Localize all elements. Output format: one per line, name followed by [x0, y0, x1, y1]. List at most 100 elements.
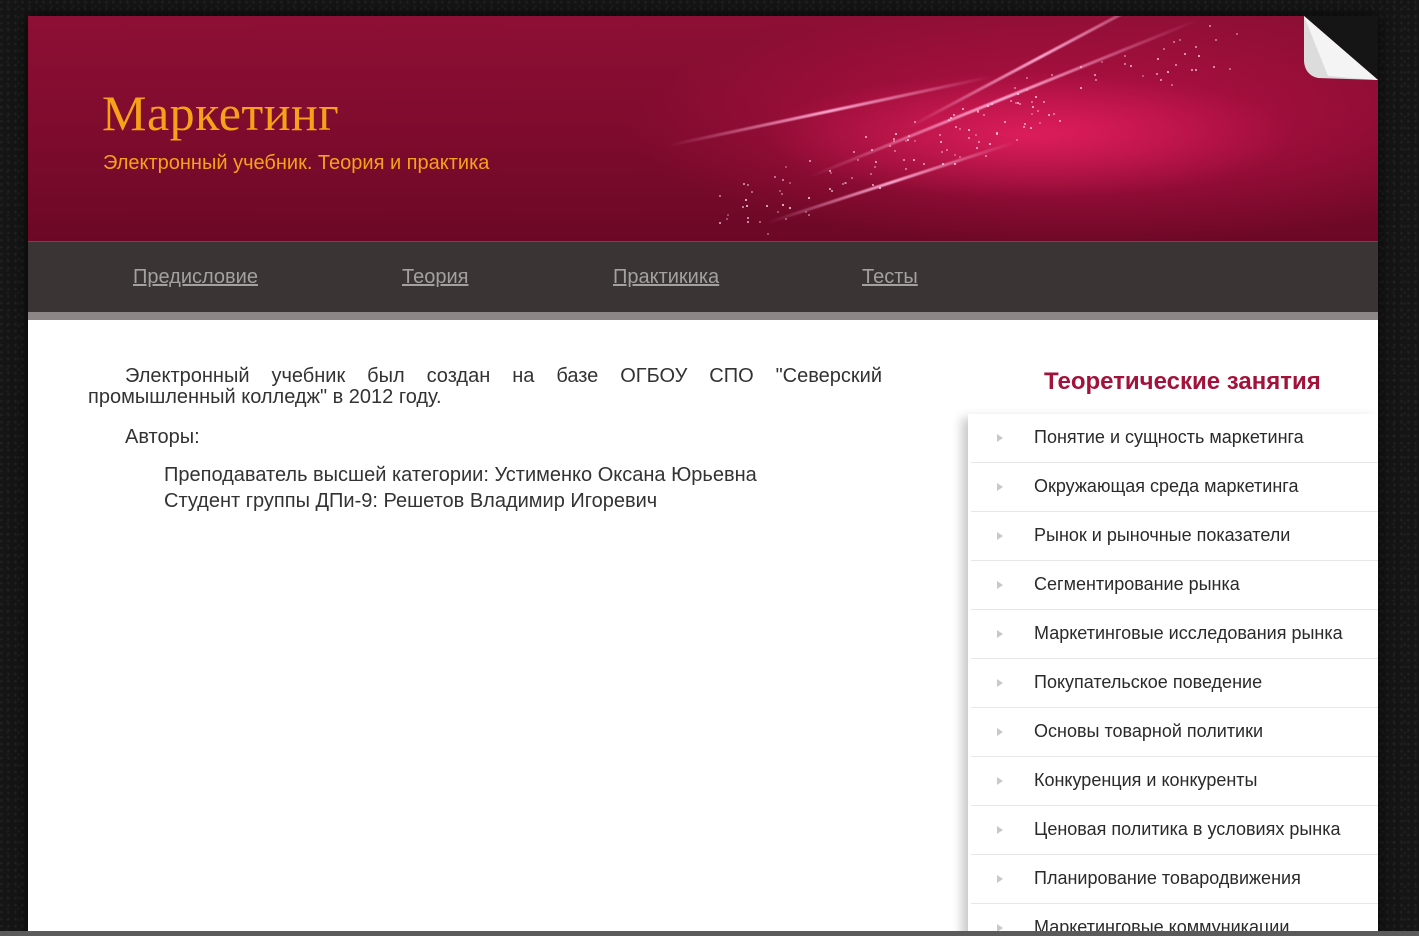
sparkle-dot	[946, 149, 948, 151]
sparkle-dot	[726, 218, 728, 220]
sparkle-streak	[807, 18, 1198, 179]
sidebar-item-market-indicators[interactable]: Рынок и рыночные показатели	[971, 512, 1378, 561]
author-student: Студент группы ДПи-9: Решетов Владимир И…	[164, 490, 658, 512]
sparkle-dot	[905, 168, 907, 170]
sparkle-dot	[923, 163, 925, 165]
sparkle-dot	[808, 214, 810, 216]
sparkle-dot	[831, 190, 833, 192]
sparkle-dot	[1163, 48, 1165, 50]
sparkle-dot	[1026, 89, 1028, 91]
sparkle-dot	[1010, 100, 1012, 102]
sparkle-dot	[942, 163, 944, 165]
sparkle-dot	[1039, 122, 1041, 124]
nav-divider	[28, 312, 1378, 320]
sparkle-dot	[1015, 102, 1017, 104]
arrow-right-icon	[997, 532, 1003, 540]
sidebar-item-label: Сегментирование рынка	[1034, 574, 1240, 594]
sidebar-item-research[interactable]: Маркетинговые исследования рынка	[971, 610, 1378, 659]
nav-link-preface[interactable]: Предисловие	[133, 266, 258, 289]
sparkle-dot	[1048, 114, 1050, 116]
sparkle-dot	[996, 133, 998, 135]
sidebar-item-marketing-concept[interactable]: Понятие и сущность маркетинга	[971, 414, 1378, 463]
intro-paragraph: Электронный учебник был создан на базе О…	[88, 365, 882, 408]
sparkle-dot	[809, 160, 811, 162]
sparkle-streak	[907, 16, 1174, 129]
sparkle-dot	[1179, 39, 1181, 41]
sparkle-streak	[667, 75, 992, 147]
sparkle-dot	[907, 139, 909, 141]
sparkle-dot	[751, 191, 753, 193]
sparkle-dot	[767, 233, 769, 235]
sparkle-dot	[1095, 79, 1097, 81]
sidebar-item-consumer-behavior[interactable]: Покупательское поведение	[971, 659, 1378, 708]
sparkle-dot	[1026, 77, 1028, 79]
sparkle-dot	[914, 140, 916, 142]
author-teacher: Преподаватель высшей категории: Устименк…	[164, 464, 757, 486]
theory-lessons-menu: Понятие и сущность маркетинга Окружающая…	[968, 414, 1378, 936]
arrow-right-icon	[997, 434, 1003, 442]
sparkle-dot	[1037, 110, 1039, 112]
sparkle-dot	[985, 155, 987, 157]
sidebar-item-label: Покупательское поведение	[1034, 672, 1263, 692]
sparkle-dot	[1160, 79, 1162, 81]
sidebar-item-segmentation[interactable]: Сегментирование рынка	[971, 561, 1378, 610]
sparkle-dot	[872, 184, 874, 186]
nav-link-theory[interactable]: Теория	[402, 266, 468, 289]
sparkle-dot	[853, 151, 855, 153]
sparkle-dot	[1195, 46, 1197, 48]
sparkle-dot	[1167, 71, 1169, 73]
header-banner: Маркетинг Электронный учебник. Теория и …	[28, 16, 1378, 241]
sparkle-dot	[950, 117, 952, 119]
sidebar-item-label: Окружающая среда маркетинга	[1034, 476, 1299, 496]
sparkle-dot	[1198, 55, 1200, 57]
sparkle-dot	[1043, 101, 1045, 103]
arrow-right-icon	[997, 679, 1003, 687]
sparkle-dot	[991, 103, 993, 105]
sparkle-dot	[1101, 61, 1103, 63]
sparkle-dot	[1051, 74, 1053, 76]
sparkle-dot	[1175, 64, 1177, 66]
sidebar-item-distribution[interactable]: Планирование товародвижения	[971, 855, 1378, 904]
sparkle-dot	[875, 161, 877, 163]
sidebar-item-product-policy[interactable]: Основы товарной политики	[971, 708, 1378, 757]
sparkle-dot	[889, 145, 891, 147]
sparkle-dot	[1142, 75, 1144, 77]
sparkle-dot	[983, 114, 985, 116]
arrow-right-icon	[997, 630, 1003, 638]
sparkle-dot	[719, 195, 721, 197]
page-curl-icon	[1304, 16, 1378, 80]
sparkle-dot	[1019, 103, 1021, 105]
sidebar-item-environment[interactable]: Окружающая среда маркетинга	[971, 463, 1378, 512]
main-content: Электронный учебник был создан на базе О…	[88, 366, 882, 514]
sparkle-dot	[785, 218, 787, 220]
sparkle-dot	[954, 154, 956, 156]
sparkle-dot	[851, 177, 853, 179]
arrow-right-icon	[997, 728, 1003, 736]
sparkle-dot	[781, 193, 783, 195]
sparkle-dot	[893, 140, 895, 142]
sparkle-dot	[1195, 69, 1197, 71]
main-navigation: Предисловие Теория Практикика Тесты	[28, 241, 1378, 312]
sparkle-dot	[857, 159, 859, 161]
authors-list: Преподаватель высшей категории: Устименк…	[88, 462, 882, 514]
sidebar-item-label: Конкуренция и конкуренты	[1034, 770, 1258, 790]
arrow-right-icon	[997, 826, 1003, 834]
sparkle-dot	[777, 211, 779, 213]
sparkle-dot	[1031, 101, 1033, 103]
sparkle-dot	[1053, 113, 1055, 115]
sparkle-dot	[1191, 69, 1193, 71]
arrow-right-icon	[997, 581, 1003, 589]
sidebar-item-label: Рынок и рыночные показатели	[1034, 525, 1291, 545]
site-title: Маркетинг	[102, 85, 340, 141]
sparkle-dot	[914, 121, 916, 123]
sparkle-dot	[1209, 25, 1211, 27]
sidebar-item-pricing[interactable]: Ценовая политика в условиях рынка	[971, 806, 1378, 855]
sparkle-dot	[1130, 65, 1132, 67]
sidebar-item-competition[interactable]: Конкуренция и конкуренты	[971, 757, 1378, 806]
nav-link-practice[interactable]: Практикика	[613, 266, 719, 289]
sparkle-dot	[747, 221, 749, 223]
sparkle-dot	[987, 105, 989, 107]
nav-link-tests[interactable]: Тесты	[862, 266, 918, 289]
sparkle-dot	[1023, 126, 1025, 128]
sparkle-dot	[1213, 66, 1215, 68]
